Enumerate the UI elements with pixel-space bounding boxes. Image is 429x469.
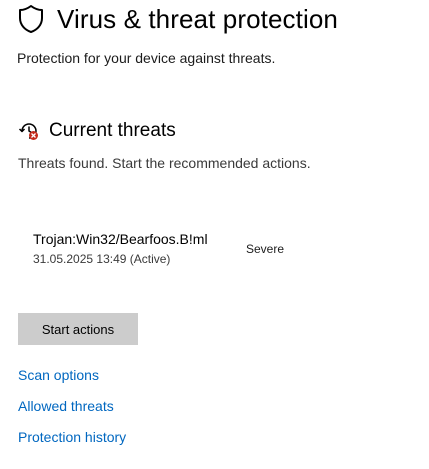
threat-clock-icon	[18, 120, 40, 142]
page-title: Virus & threat protection	[57, 3, 338, 34]
allowed-threats-link[interactable]: Allowed threats	[18, 397, 126, 428]
scan-options-link[interactable]: Scan options	[18, 366, 126, 397]
protection-history-link[interactable]: Protection history	[18, 428, 126, 459]
current-threats-description: Threats found. Start the recommended act…	[18, 155, 311, 171]
page-subtitle: Protection for your device against threa…	[17, 50, 276, 66]
start-actions-button[interactable]: Start actions	[18, 313, 138, 345]
links-list: Scan options Allowed threats Protection …	[18, 366, 126, 459]
threat-timestamp: 31.05.2025 13:49 (Active)	[33, 252, 171, 266]
threat-severity: Severe	[246, 242, 285, 256]
current-threats-heading: Current threats	[49, 120, 176, 141]
shield-icon	[17, 4, 45, 34]
threat-item[interactable]: Trojan:Win32/Bearfoos.B!ml 31.05.2025 13…	[33, 231, 413, 271]
page-header: Virus & threat protection	[17, 2, 338, 36]
current-threats-header: Current threats	[18, 120, 176, 142]
threat-name: Trojan:Win32/Bearfoos.B!ml	[33, 231, 208, 247]
virus-threat-protection-page: Virus & threat protection Protection for…	[0, 0, 429, 469]
